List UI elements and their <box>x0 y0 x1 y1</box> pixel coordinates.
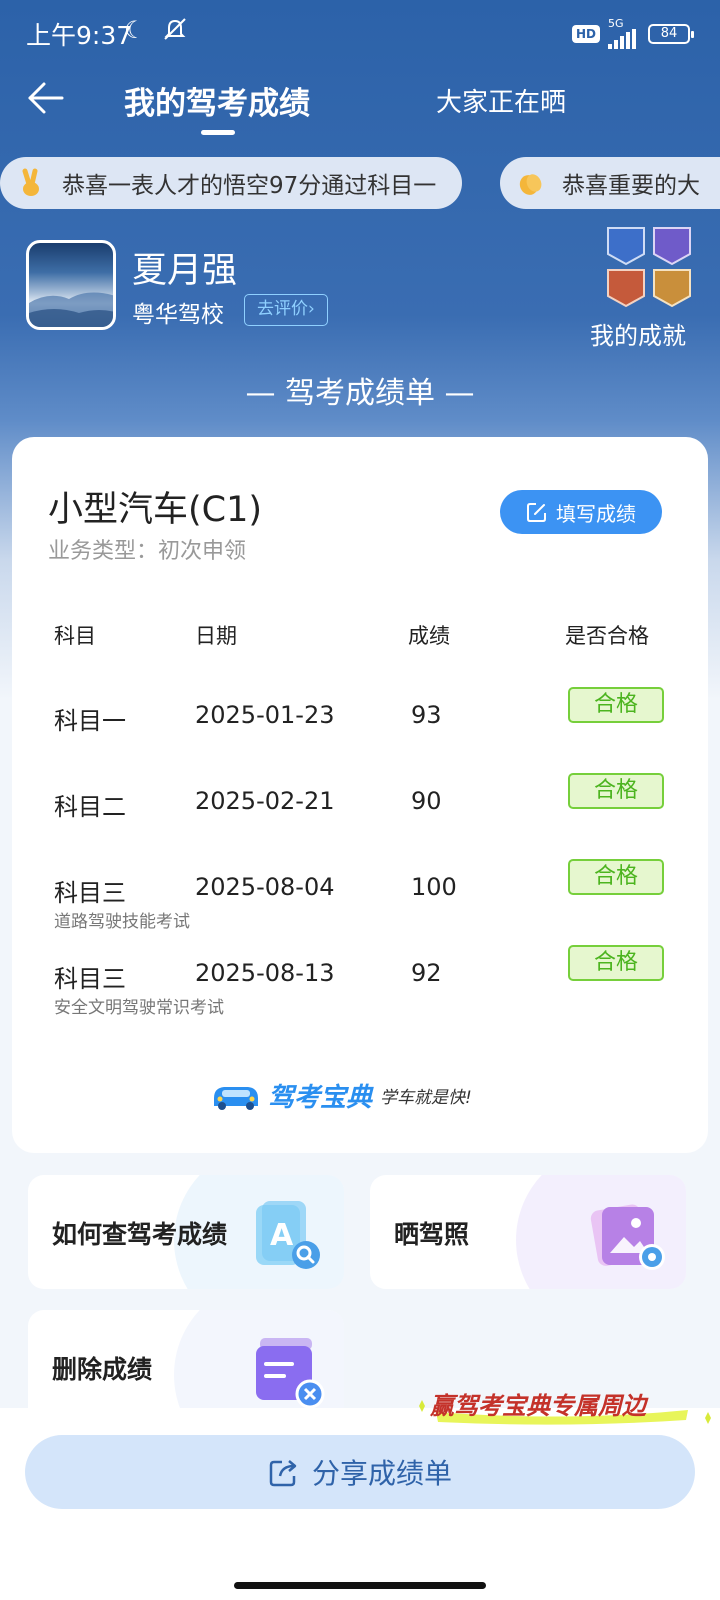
share-score-sheet-button[interactable]: 分享成绩单 <box>25 1435 695 1509</box>
tile-label: 如何查驾考成绩 <box>52 1220 228 1249</box>
ticker-item[interactable]: 恭喜重要的大 <box>500 157 720 209</box>
hd-badge: HD <box>571 24 600 43</box>
clapping-hands-icon <box>519 174 542 195</box>
row-subject: 科目二 <box>54 793 126 821</box>
top-nav: 我的驾考成绩 大家正在晒 <box>0 64 720 144</box>
victory-hand-icon <box>22 168 39 196</box>
achievement-badges-icon <box>607 227 691 308</box>
header-date: 日期 <box>195 624 237 648</box>
show-license-tile[interactable]: 晒驾照 <box>370 1175 686 1289</box>
back-arrow-icon[interactable] <box>26 78 66 118</box>
row-score: 90 <box>411 787 442 815</box>
achievements[interactable]: 我的成就 <box>582 224 694 354</box>
tile-label: 删除成绩 <box>52 1355 153 1384</box>
header-pass: 是否合格 <box>565 624 649 648</box>
share-label: 分享成绩单 <box>311 1457 452 1490</box>
brand-slogan: 学车就是快! <box>380 1087 472 1108</box>
row-date: 2025-01-23 <box>195 701 335 729</box>
photo-camera-icon <box>590 1204 665 1270</box>
row-date: 2025-08-13 <box>195 959 335 987</box>
delete-scores-tile[interactable]: 删除成绩 <box>28 1310 344 1424</box>
table-row[interactable]: 科目三 安全文明驾驶常识考试 2025-08-13 92 合格 <box>12 945 708 1039</box>
tab-underline <box>201 130 235 135</box>
edit-icon <box>527 503 546 522</box>
search-document-icon: A <box>256 1201 320 1269</box>
row-score: 92 <box>411 959 442 987</box>
row-subject: 科目三 <box>54 965 126 993</box>
achievements-label: 我的成就 <box>590 322 686 350</box>
tile-label: 晒驾照 <box>394 1220 470 1249</box>
review-label: 去评价 <box>257 299 308 319</box>
row-subject: 科目一 <box>54 707 126 735</box>
car-icon <box>214 1087 258 1110</box>
status-indicators: HD 5G 84 <box>571 17 694 49</box>
ticker-text: 恭喜重要的大 <box>562 173 700 199</box>
mute-icon <box>164 18 186 40</box>
signal-icon <box>608 29 636 49</box>
vehicle-type: 小型汽车(C1) <box>48 490 263 530</box>
fill-score-button[interactable]: 填写成绩 <box>500 490 662 534</box>
review-button[interactable]: 去评价› <box>244 294 328 326</box>
row-subject: 科目三 <box>54 879 126 907</box>
row-score: 93 <box>411 701 442 729</box>
row-subtitle: 道路驾驶技能考试 <box>54 912 190 932</box>
svg-text:A: A <box>270 1218 294 1253</box>
ticker-item[interactable]: 恭喜一表人才的悟空97分通过科目一 <box>0 157 462 209</box>
battery-icon: 84 <box>648 23 694 44</box>
user-name: 夏月强 <box>132 251 238 291</box>
row-date: 2025-08-04 <box>195 873 335 901</box>
tab-my-scores[interactable]: 我的驾考成绩 <box>124 78 310 123</box>
share-icon <box>269 1460 297 1487</box>
brand-name: 驾考宝典 <box>268 1082 373 1113</box>
status-time: 上午9:37 <box>26 21 133 50</box>
home-indicator[interactable] <box>234 1582 486 1589</box>
ticker-text: 恭喜一表人才的悟空97分通过科目一 <box>62 173 437 199</box>
table-row[interactable]: 科目三 道路驾驶技能考试 2025-08-04 100 合格 <box>12 859 708 953</box>
avatar-mountain-image <box>29 292 113 327</box>
table-row[interactable]: 科目二 2025-02-21 90 合格 <box>12 773 708 867</box>
row-date: 2025-02-21 <box>195 787 335 815</box>
header-score: 成绩 <box>408 624 450 648</box>
pass-badge: 合格 <box>568 773 664 809</box>
row-score: 100 <box>411 873 457 901</box>
score-sheet-title: — 驾考成绩单 — <box>245 376 475 411</box>
brand-logo: 驾考宝典 学车就是快! <box>210 1075 510 1115</box>
pass-badge: 合格 <box>568 859 664 895</box>
fill-score-label: 填写成绩 <box>556 501 636 526</box>
chevron-right-icon: › <box>308 299 315 319</box>
tab-everyone-sharing[interactable]: 大家正在晒 <box>436 82 566 119</box>
header-subject: 科目 <box>54 624 96 648</box>
battery-level: 84 <box>660 25 678 41</box>
delete-document-icon <box>256 1338 325 1409</box>
promo-banner[interactable]: 赢驾考宝典专属周边 <box>418 1382 718 1430</box>
user-profile: 夏月强 粤华驾校 去评价› 我的成就 <box>26 227 706 350</box>
how-to-query-scores-tile[interactable]: 如何查驾考成绩 A <box>28 1175 344 1289</box>
row-subtitle: 安全文明驾驶常识考试 <box>54 998 224 1018</box>
congrats-ticker: 恭喜一表人才的悟空97分通过科目一 恭喜重要的大 <box>0 157 720 209</box>
business-type: 业务类型：初次申领 <box>48 539 247 564</box>
score-card: 小型汽车(C1) 业务类型：初次申领 填写成绩 科目 日期 成绩 是否合格 科目… <box>12 437 708 1153</box>
avatar[interactable] <box>26 240 116 330</box>
moon-icon: ☾ <box>124 16 146 44</box>
status-bar: 上午9:37 ☾ HD 5G 84 <box>0 0 720 64</box>
promo-text: 赢驾考宝典专属周边 <box>430 1392 646 1420</box>
pass-badge: 合格 <box>568 687 664 723</box>
table-row[interactable]: 科目一 2025-01-23 93 合格 <box>12 687 708 781</box>
network-label: 5G <box>608 17 624 30</box>
driving-school: 粤华驾校 <box>132 302 224 328</box>
pass-badge: 合格 <box>568 945 664 981</box>
